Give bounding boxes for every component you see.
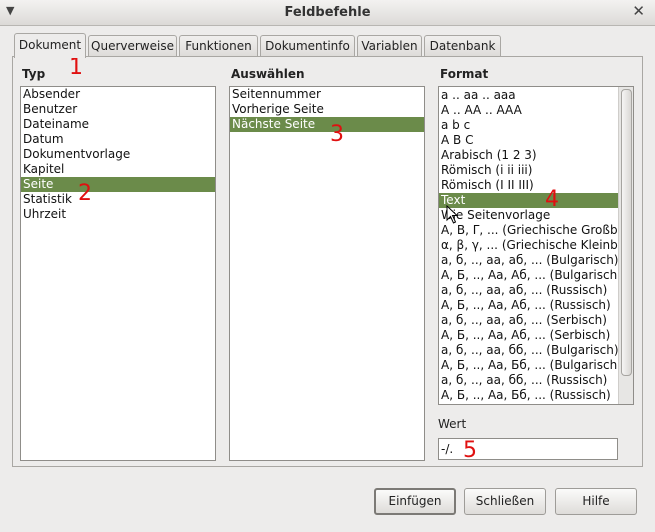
auswaehlen-list-item[interactable]: Nächste Seite <box>230 117 424 132</box>
typ-list-item[interactable]: Absender <box>21 87 215 102</box>
format-list-item[interactable]: а, б, .., аа, аб, ... (Bulgarisch) <box>439 253 619 268</box>
typ-list-item[interactable]: Benutzer <box>21 102 215 117</box>
close-icon[interactable]: ✕ <box>632 2 645 20</box>
close-button[interactable]: Schließen <box>464 488 546 515</box>
mouse-cursor-icon <box>446 205 459 224</box>
format-scrollbar[interactable] <box>618 87 633 404</box>
typ-list-item[interactable]: Datum <box>21 132 215 147</box>
auswaehlen-list-item[interactable]: Vorherige Seite <box>230 102 424 117</box>
annotation-marker: 3 <box>330 122 344 147</box>
insert-button[interactable]: Einfügen <box>374 488 456 515</box>
auswaehlen-listbox[interactable]: Seitennummer Vorherige Seite Nächste Seite <box>229 86 425 461</box>
window-title: Feldbefehle <box>284 5 371 20</box>
wert-label: Wert <box>438 417 467 431</box>
typ-list-item[interactable]: Statistik <box>21 192 215 207</box>
annotation-marker: 2 <box>78 181 92 206</box>
format-list-item[interactable]: a b c <box>439 118 619 133</box>
format-list-item[interactable]: А, Б, .., Аа, Аб, ... (Serbisch) <box>439 328 619 343</box>
typ-list-item[interactable]: Dateiname <box>21 117 215 132</box>
tab-datenbank[interactable]: Datenbank <box>424 35 501 56</box>
auswaehlen-list-item[interactable]: Seitennummer <box>230 87 424 102</box>
auswaehlen-header: Auswählen <box>231 67 305 81</box>
format-header: Format <box>440 67 489 81</box>
format-list-item[interactable]: А, Б, .., Аа, Бб, ... (Bulgarisch) <box>439 358 622 373</box>
format-list-item[interactable]: а, б, .., аа, аб, ... (Russisch) <box>439 283 619 298</box>
typ-list-item[interactable]: Kapitel <box>21 162 215 177</box>
format-list-item[interactable]: Wie Seitenvorlage <box>439 208 619 223</box>
format-list-item[interactable]: α, β, γ, ... (Griechische Kleinb <box>439 238 619 253</box>
tab-funktionen[interactable]: Funktionen <box>179 35 258 56</box>
format-list-item[interactable]: А, Б, .., Аа, Аб, ... (Bulgarisch <box>439 268 619 283</box>
typ-list-item[interactable]: Dokumentvorlage <box>21 147 215 162</box>
annotation-marker: 5 <box>463 438 477 463</box>
format-scrollbar-thumb[interactable] <box>621 89 632 376</box>
format-list-item[interactable]: а, б, .., аа, бб, ... (Bulgarisch) <box>439 343 619 358</box>
tab-variablen[interactable]: Variablen <box>357 35 422 56</box>
format-list-item[interactable]: Römisch (I II III) <box>439 178 619 193</box>
format-list-item[interactable]: Α, Β, Γ, ... (Griechische Großb <box>439 223 619 238</box>
typ-list-item[interactable]: Uhrzeit <box>21 207 215 222</box>
format-list-item[interactable]: А, Б, .., Аа, Бб, ... (Russisch) <box>439 388 619 403</box>
format-list-item[interactable]: А, Б, .., Аа, Аб, ... (Russisch) <box>439 298 619 313</box>
annotation-marker: 1 <box>69 55 83 80</box>
format-list-item[interactable]: Römisch (i ii iii) <box>439 163 619 178</box>
format-list-item[interactable]: а, б, .., аа, бб, ... (Russisch) <box>439 373 619 388</box>
typ-listbox[interactable]: Absender Benutzer Dateiname Datum Dokumentvo… <box>20 86 216 461</box>
help-button[interactable]: Hilfe <box>555 488 637 515</box>
typ-header: Typ <box>22 67 46 81</box>
title-bar: ▼ Feldbefehle ✕ <box>0 0 655 26</box>
typ-list-item[interactable]: Seite <box>21 177 215 192</box>
format-list-item[interactable]: A .. AA .. AAA <box>439 103 619 118</box>
format-listbox[interactable]: a .. aa .. aaa A .. AA .. AAA a b cA B C Ar… <box>438 86 634 405</box>
format-items: a .. aa .. aaa A .. AA .. AAA a b cA B C Ar… <box>439 88 622 403</box>
format-list-item[interactable]: Text <box>439 193 619 208</box>
tab-querverweise[interactable]: Querverweise <box>88 35 177 56</box>
format-list-item[interactable]: a .. aa .. aaa <box>439 88 619 103</box>
format-list-item[interactable]: A B C <box>439 133 619 148</box>
tab-dokumentinfo[interactable]: Dokumentinfo <box>260 35 355 56</box>
annotation-marker: 4 <box>545 187 559 212</box>
format-list-item[interactable]: Arabisch (1 2 3) <box>439 148 619 163</box>
tab-dokument[interactable]: Dokument <box>14 33 86 58</box>
format-list-item[interactable]: а, б, .., аа, аб, ... (Serbisch) <box>439 313 619 328</box>
